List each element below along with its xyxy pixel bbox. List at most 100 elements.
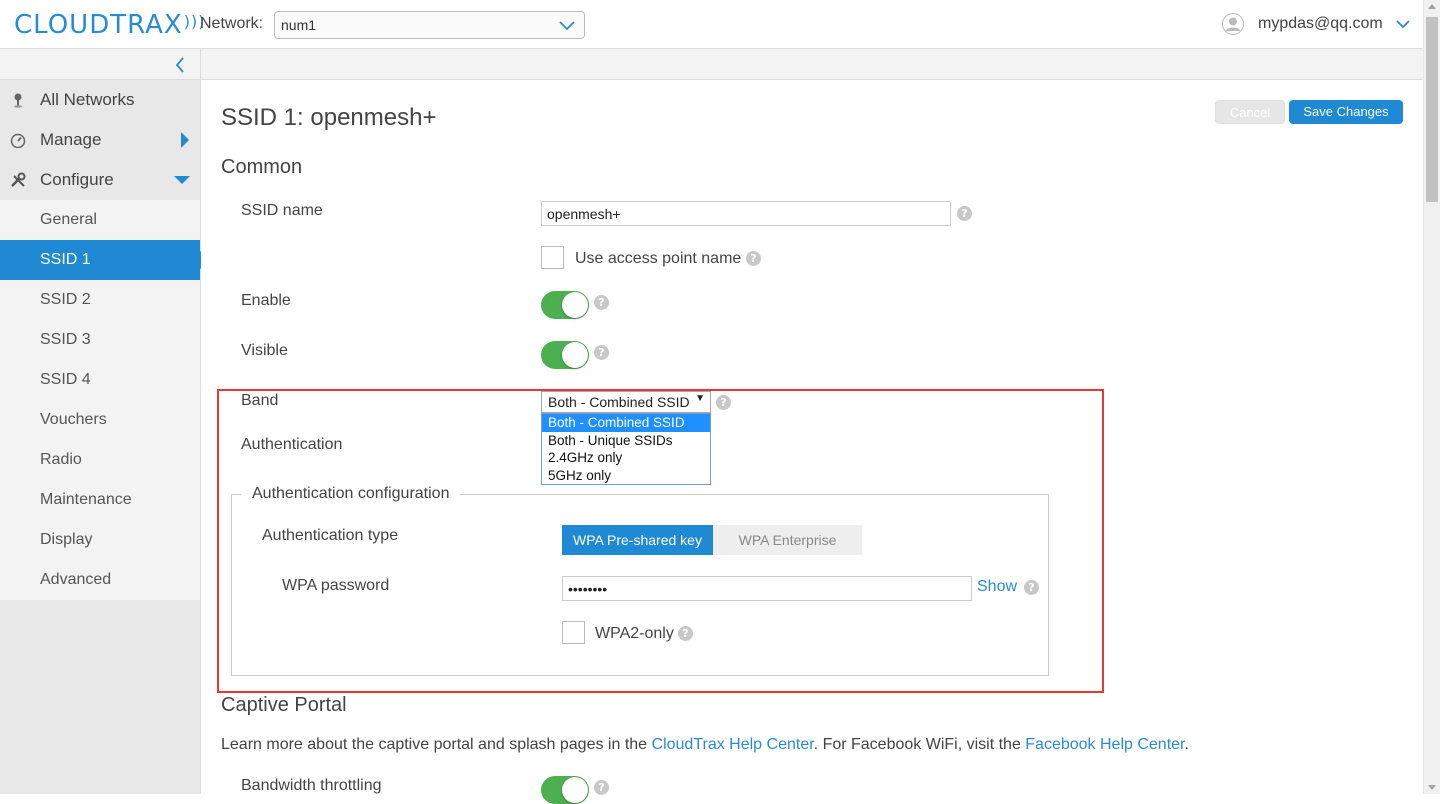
sidebar-item-maintenance[interactable]: Maintenance bbox=[0, 480, 200, 520]
enable-label: Enable bbox=[241, 292, 291, 309]
sidebar-item-ssid-3[interactable]: SSID 3 bbox=[0, 320, 200, 360]
sidebar-item-label: Advanced bbox=[40, 571, 112, 588]
sidebar-item-ssid-1[interactable]: SSID 1 bbox=[0, 240, 209, 280]
sidebar-item-display[interactable]: Display bbox=[0, 520, 200, 560]
captive-text-part: . bbox=[1184, 736, 1189, 753]
show-password-link[interactable]: Show bbox=[977, 578, 1017, 596]
main-top-strip bbox=[201, 49, 1423, 80]
auth-type-wpa-enterprise-button[interactable]: WPA Enterprise bbox=[713, 525, 862, 555]
sidebar-item-label: Radio bbox=[40, 451, 82, 468]
captive-portal-description: Learn more about the captive portal and … bbox=[221, 736, 1189, 754]
sidebar-item-label: Display bbox=[40, 531, 93, 548]
network-select-value: num1 bbox=[281, 17, 317, 33]
help-icon[interactable]: ? bbox=[746, 251, 761, 266]
visible-toggle[interactable] bbox=[541, 341, 589, 369]
dropdown-arrow-icon: ▼ bbox=[695, 393, 705, 404]
help-icon[interactable]: ? bbox=[678, 626, 693, 641]
sidebar-item-ssid-4[interactable]: SSID 4 bbox=[0, 360, 200, 400]
sidebar-item-advanced[interactable]: Advanced bbox=[0, 560, 200, 600]
top-bar: CLOUDTRAX))) Network: num1 mypdas@qq.com bbox=[0, 0, 1440, 49]
help-icon[interactable]: ? bbox=[594, 295, 609, 310]
main-content: SSID 1: openmesh+ Cancel Save Changes Co… bbox=[201, 49, 1423, 804]
help-icon[interactable]: ? bbox=[957, 206, 972, 221]
sidebar-item-manage[interactable]: Manage bbox=[0, 120, 200, 160]
page-title: SSID 1: openmesh+ bbox=[221, 104, 437, 131]
scroll-down-arrow-icon[interactable] bbox=[1428, 785, 1436, 790]
sidebar-item-label: Configure bbox=[40, 170, 114, 189]
scroll-thumb[interactable] bbox=[1426, 17, 1438, 202]
help-icon[interactable]: ? bbox=[594, 345, 609, 360]
sidebar-item-ssid-2[interactable]: SSID 2 bbox=[0, 280, 200, 320]
bandwidth-throttling-label: Bandwidth throttling bbox=[241, 777, 382, 794]
user-avatar-icon bbox=[1222, 13, 1244, 35]
user-menu[interactable]: mypdas@qq.com bbox=[1222, 12, 1411, 36]
caret-right-icon bbox=[181, 132, 189, 148]
page-scrollbar[interactable] bbox=[1423, 0, 1440, 794]
help-icon[interactable]: ? bbox=[594, 780, 609, 795]
band-select-value: Both - Combined SSID bbox=[548, 394, 690, 410]
use-ap-name-checkbox[interactable] bbox=[541, 246, 564, 269]
enable-toggle[interactable] bbox=[541, 291, 589, 319]
ssid-name-input[interactable] bbox=[541, 201, 951, 226]
common-heading: Common bbox=[221, 156, 303, 178]
chevron-down-icon bbox=[559, 21, 575, 31]
sidebar-item-label: Maintenance bbox=[40, 491, 132, 508]
captive-portal-heading: Captive Portal bbox=[221, 694, 347, 716]
band-option[interactable]: 5GHz only bbox=[542, 467, 710, 485]
wpa2-only-label: WPA2-only bbox=[595, 625, 674, 642]
band-dropdown-list: Both - Combined SSID Both - Unique SSIDs… bbox=[541, 413, 711, 485]
caret-down-icon bbox=[174, 176, 190, 184]
band-label: Band bbox=[241, 392, 279, 409]
use-ap-name-label: Use access point name bbox=[575, 250, 742, 267]
help-icon[interactable]: ? bbox=[716, 395, 731, 410]
wrench-screwdriver-icon bbox=[11, 172, 26, 187]
sidebar-collapse-row bbox=[0, 49, 200, 80]
chevron-down-icon bbox=[1396, 20, 1410, 29]
visible-label: Visible bbox=[241, 342, 288, 359]
sidebar-item-vouchers[interactable]: Vouchers bbox=[0, 400, 200, 440]
ssid-name-label: SSID name bbox=[241, 202, 323, 219]
band-select[interactable]: Both - Combined SSID ▼ bbox=[541, 391, 711, 413]
toggle-knob bbox=[562, 777, 588, 803]
toggle-knob bbox=[562, 342, 588, 368]
user-email: mypdas@qq.com bbox=[1258, 15, 1383, 32]
scroll-up-arrow-icon[interactable] bbox=[1428, 4, 1436, 9]
auth-config-legend: Authentication configuration bbox=[241, 485, 461, 503]
auth-type-label: Authentication type bbox=[262, 527, 399, 544]
sidebar-item-label: Vouchers bbox=[40, 411, 107, 428]
sidebar-item-general[interactable]: General bbox=[0, 200, 200, 240]
sidebar-item-label: SSID 2 bbox=[40, 291, 91, 308]
sidebar: All Networks Manage Configure General SS… bbox=[0, 49, 209, 794]
logo-text: CLOUDTRAX bbox=[14, 10, 183, 40]
captive-text-part: Learn more about the captive portal and … bbox=[221, 736, 652, 753]
authentication-label: Authentication bbox=[241, 436, 343, 453]
toggle-knob bbox=[562, 292, 588, 318]
sidebar-item-configure[interactable]: Configure bbox=[0, 160, 200, 200]
band-option[interactable]: 2.4GHz only bbox=[542, 449, 710, 467]
captive-text-part: . For Facebook WiFi, visit the bbox=[813, 736, 1026, 753]
help-icon[interactable]: ? bbox=[1024, 580, 1039, 595]
sidebar-item-label: SSID 1 bbox=[40, 251, 91, 268]
sidebar-item-label: General bbox=[40, 211, 97, 228]
wpa2-only-checkbox[interactable] bbox=[562, 621, 585, 644]
wpa-password-label: WPA password bbox=[282, 577, 390, 594]
sidebar-item-radio[interactable]: Radio bbox=[0, 440, 200, 480]
save-changes-button[interactable]: Save Changes bbox=[1289, 100, 1403, 124]
cancel-button[interactable]: Cancel bbox=[1215, 100, 1285, 124]
facebook-help-center-link[interactable]: Facebook Help Center bbox=[1025, 736, 1184, 753]
sidebar-item-label: All Networks bbox=[40, 90, 135, 109]
network-select[interactable]: num1 bbox=[274, 11, 585, 39]
band-option[interactable]: Both - Unique SSIDs bbox=[542, 432, 710, 450]
wpa-password-input[interactable] bbox=[562, 576, 972, 601]
cloudtrax-help-center-link[interactable]: CloudTrax Help Center bbox=[652, 736, 814, 753]
sidebar-item-label: SSID 4 bbox=[40, 371, 91, 388]
gauge-icon bbox=[10, 133, 26, 148]
sidebar-item-all-networks[interactable]: All Networks bbox=[0, 80, 200, 120]
sidebar-item-label: Manage bbox=[40, 130, 102, 149]
auth-type-wpa-psk-button[interactable]: WPA Pre-shared key bbox=[562, 525, 713, 555]
collapse-sidebar-icon[interactable] bbox=[174, 56, 186, 74]
map-pin-icon bbox=[14, 93, 22, 108]
band-option[interactable]: Both - Combined SSID bbox=[542, 414, 710, 432]
cloudtrax-logo[interactable]: CLOUDTRAX))) bbox=[14, 10, 205, 40]
bandwidth-throttling-toggle[interactable] bbox=[541, 776, 589, 804]
